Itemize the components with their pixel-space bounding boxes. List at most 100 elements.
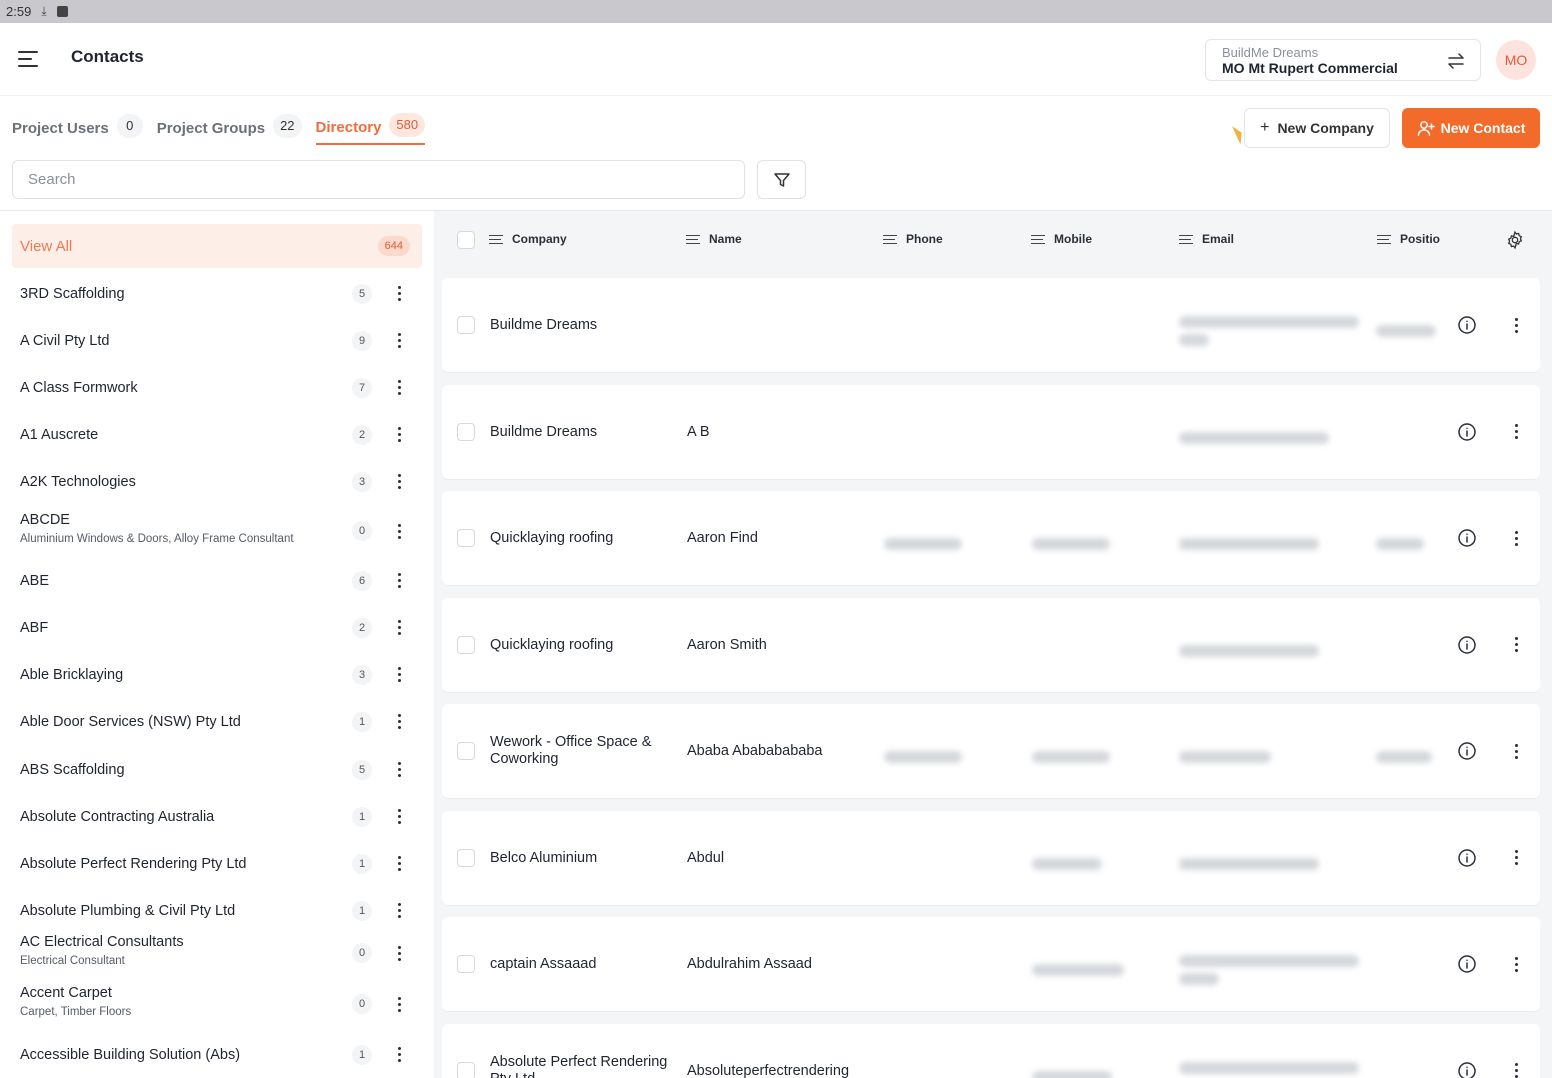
company-list-item[interactable]: Able Bricklaying 3 <box>12 652 422 698</box>
company-list-item[interactable]: ABS Scaffolding 5 <box>12 747 422 793</box>
company-contact-count: 5 <box>352 284 372 304</box>
more-vertical-icon[interactable] <box>1509 741 1523 761</box>
table-row[interactable]: Wework - Office Space & Coworking Ababa A… <box>442 704 1540 798</box>
more-vertical-icon[interactable] <box>1509 315 1523 335</box>
info-icon[interactable] <box>1457 741 1477 761</box>
info-icon[interactable] <box>1457 1061 1477 1078</box>
new-company-button[interactable]: + New Company <box>1244 108 1390 148</box>
more-vertical-icon[interactable] <box>1509 635 1523 655</box>
more-vertical-icon[interactable] <box>392 283 406 303</box>
company-list-item[interactable]: Absolute Plumbing & Civil Pty Ltd 1 <box>12 888 422 934</box>
column-header-company[interactable]: Company <box>489 232 567 247</box>
view-all-item[interactable]: View All 644 <box>12 224 422 268</box>
company-list-item[interactable]: A2K Technologies 3 <box>12 459 422 505</box>
column-header-email[interactable]: Email <box>1179 232 1234 247</box>
column-header-mobile[interactable]: Mobile <box>1031 232 1092 247</box>
company-list-item[interactable]: Absolute Contracting Australia 1 <box>12 794 422 840</box>
new-company-label: New Company <box>1277 120 1374 136</box>
company-name: Able Door Services (NSW) Pty Ltd <box>20 714 241 730</box>
row-checkbox[interactable] <box>457 742 475 760</box>
company-list-item[interactable]: ABE 6 <box>12 558 422 604</box>
system-status-bar: 2:59 ⤓ <box>0 0 1552 23</box>
search-input[interactable] <box>12 160 745 199</box>
cell-phone-redacted <box>884 751 962 763</box>
info-icon[interactable] <box>1457 635 1477 655</box>
table-row[interactable]: Buildme Dreams A B <box>442 384 1540 479</box>
hamburger-icon[interactable] <box>18 51 38 67</box>
project-org-label: BuildMe Dreams <box>1222 45 1319 60</box>
table-row[interactable]: Quicklaying roofing Aaron Smith <box>442 597 1540 692</box>
more-vertical-icon[interactable] <box>392 711 406 731</box>
column-header-name[interactable]: Name <box>686 232 742 247</box>
company-list-item[interactable]: Able Door Services (NSW) Pty Ltd 1 <box>12 699 422 745</box>
more-vertical-icon[interactable] <box>392 853 406 873</box>
column-header-position[interactable]: Positio <box>1377 232 1440 247</box>
cell-email-redacted <box>1179 316 1359 328</box>
info-icon[interactable] <box>1457 315 1477 335</box>
table-row[interactable]: Belco Aluminium Abdul <box>442 810 1540 905</box>
company-list-item[interactable]: A Civil Pty Ltd 9 <box>12 318 422 364</box>
company-list-item[interactable]: Absolute Perfect Rendering Pty Ltd 1 <box>12 841 422 887</box>
more-vertical-icon[interactable] <box>1509 528 1523 548</box>
row-checkbox[interactable] <box>457 422 475 441</box>
more-vertical-icon[interactable] <box>392 471 406 491</box>
more-vertical-icon[interactable] <box>392 759 406 779</box>
column-menu-icon <box>1179 232 1193 247</box>
tab-directory[interactable]: Directory 580 <box>315 112 426 145</box>
more-vertical-icon[interactable] <box>1509 954 1523 974</box>
company-list-item[interactable]: A Class Formwork 7 <box>12 365 422 411</box>
row-checkbox[interactable] <box>457 529 475 547</box>
more-vertical-icon[interactable] <box>1509 848 1523 868</box>
company-list-item[interactable]: AC Electrical Consultants Electrical Cons… <box>12 929 422 975</box>
more-vertical-icon[interactable] <box>392 994 406 1014</box>
more-vertical-icon[interactable] <box>1509 1061 1523 1078</box>
more-vertical-icon[interactable] <box>392 377 406 397</box>
cell-name: Abdul <box>687 849 725 866</box>
tab-project-groups[interactable]: Project Groups 22 <box>157 112 302 145</box>
more-vertical-icon[interactable] <box>392 424 406 444</box>
more-vertical-icon[interactable] <box>392 943 406 963</box>
company-name: ABS Scaffolding <box>20 762 125 778</box>
tab-project-users[interactable]: Project Users 0 <box>12 112 143 145</box>
row-checkbox[interactable] <box>457 1061 475 1078</box>
company-name: Accent Carpet <box>20 985 112 1001</box>
row-checkbox[interactable] <box>457 635 475 654</box>
more-vertical-icon[interactable] <box>392 330 406 350</box>
more-vertical-icon[interactable] <box>392 570 406 590</box>
row-checkbox[interactable] <box>457 955 475 973</box>
cell-company: Belco Aluminium <box>490 849 598 866</box>
more-vertical-icon[interactable] <box>392 1044 406 1064</box>
more-vertical-icon[interactable] <box>392 617 406 637</box>
project-switcher[interactable]: BuildMe Dreams MO Mt Rupert Commercial <box>1205 39 1481 81</box>
new-contact-button[interactable]: New Contact <box>1402 108 1540 148</box>
more-vertical-icon[interactable] <box>1509 422 1523 442</box>
settings-gear-icon[interactable] <box>1505 230 1525 250</box>
page-title: Contacts <box>71 47 144 66</box>
row-checkbox[interactable] <box>457 848 475 867</box>
company-contact-count: 2 <box>352 618 372 638</box>
cell-email-redacted <box>1179 334 1209 346</box>
company-list-item[interactable]: ABCDE Aluminium Windows & Doors, Alloy Fr… <box>12 507 422 553</box>
table-row[interactable]: Absolute Perfect Rendering Pty Ltd Absolu… <box>442 1023 1540 1078</box>
info-icon[interactable] <box>1457 422 1477 442</box>
info-icon[interactable] <box>1457 954 1477 974</box>
company-list-item[interactable]: ABF 2 <box>12 605 422 651</box>
info-icon[interactable] <box>1457 528 1477 548</box>
table-row[interactable]: Buildme Dreams <box>442 278 1540 372</box>
select-all-checkbox[interactable] <box>457 231 475 249</box>
company-list-item[interactable]: Accessible Building Solution (Abs) 1 <box>12 1032 422 1078</box>
avatar[interactable]: MO <box>1496 40 1536 80</box>
table-row[interactable]: Quicklaying roofing Aaron Find <box>442 491 1540 585</box>
more-vertical-icon[interactable] <box>392 664 406 684</box>
column-header-phone[interactable]: Phone <box>883 232 943 247</box>
info-icon[interactable] <box>1457 848 1477 868</box>
row-checkbox[interactable] <box>457 316 475 334</box>
more-vertical-icon[interactable] <box>392 900 406 920</box>
company-list-item[interactable]: 3RD Scaffolding 5 <box>12 271 422 317</box>
more-vertical-icon[interactable] <box>392 521 406 541</box>
filter-button[interactable] <box>757 160 806 199</box>
company-list-item[interactable]: A1 Auscrete 2 <box>12 412 422 458</box>
more-vertical-icon[interactable] <box>392 806 406 826</box>
company-list-item[interactable]: Accent Carpet Carpet, Timber Floors 0 <box>12 980 422 1026</box>
table-row[interactable]: captain Assaaad Abdulrahim Assaad <box>442 917 1540 1011</box>
